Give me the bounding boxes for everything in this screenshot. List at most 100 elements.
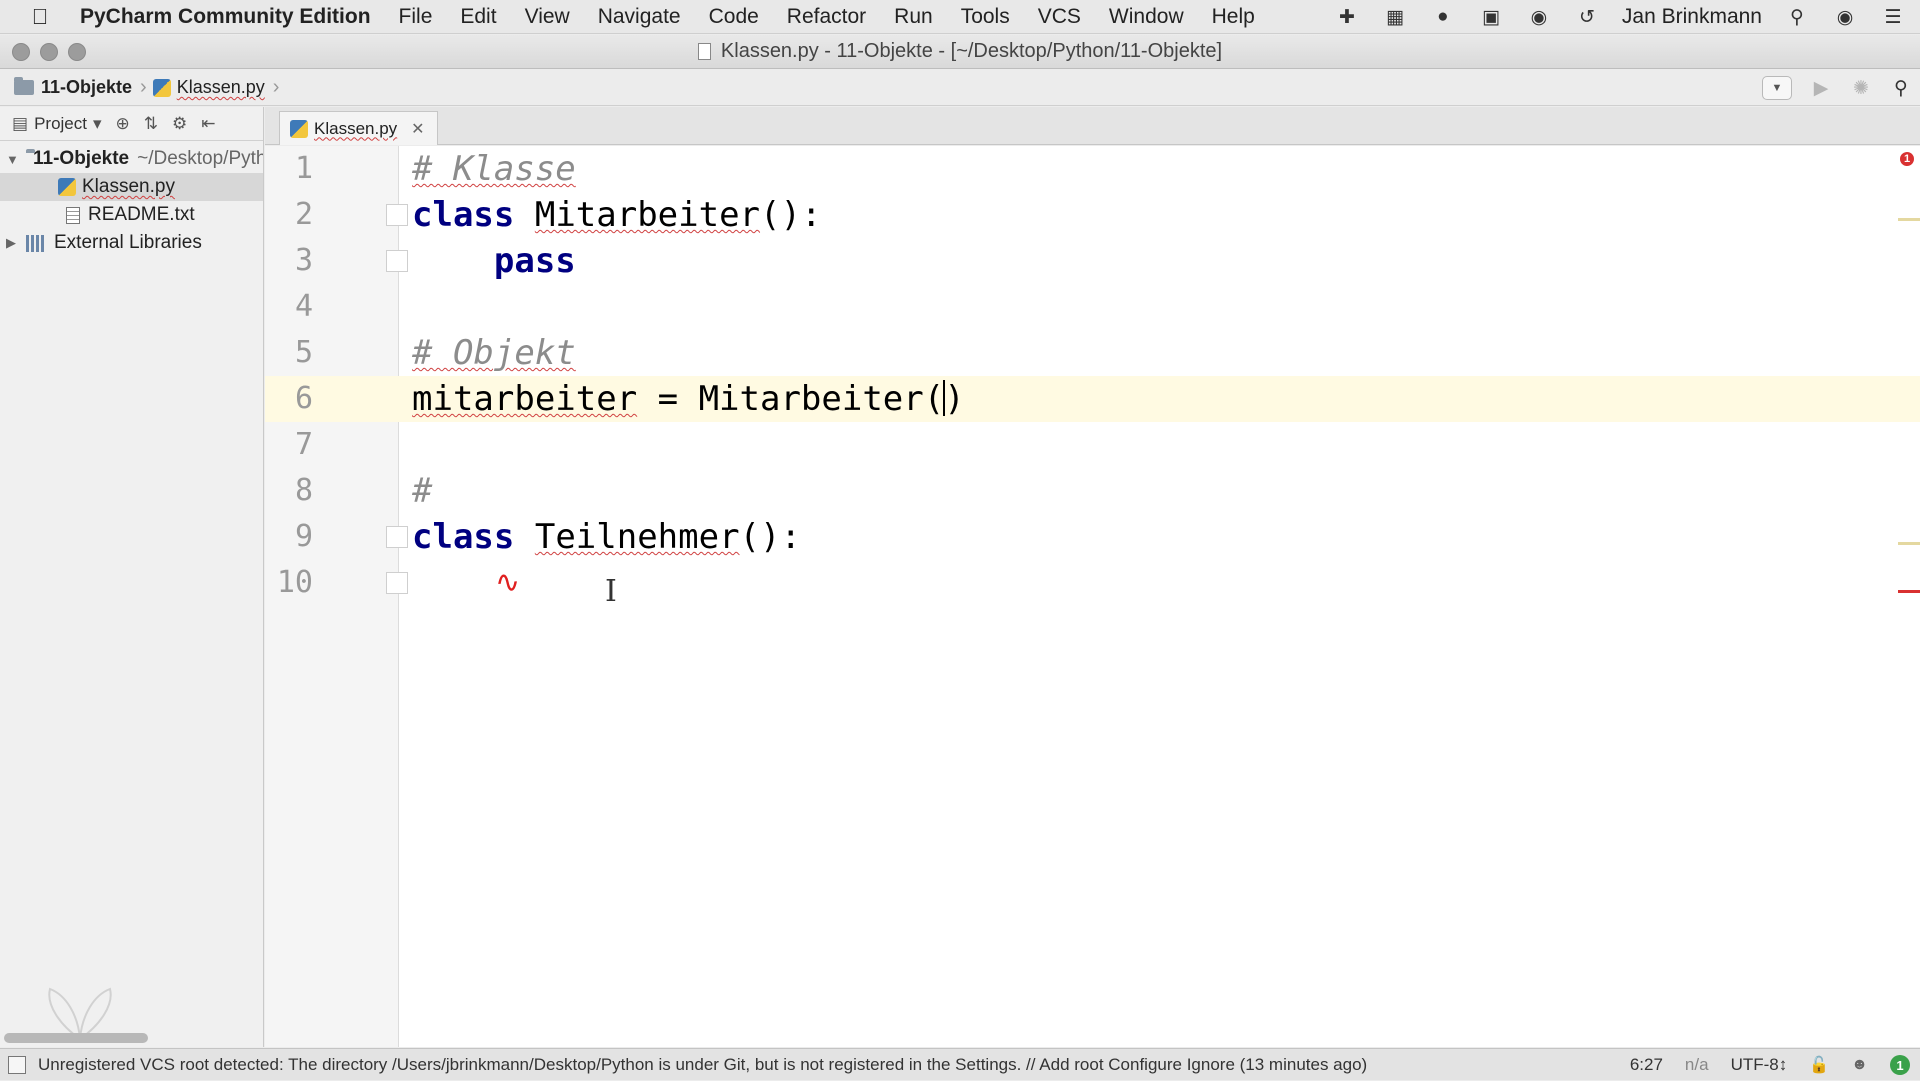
event-log-badge[interactable]: 1 [1890, 1055, 1910, 1075]
code-line[interactable]: 8 # [265, 468, 1920, 514]
run-toolbar: ▼ ▶ ✺ ⚲ [1762, 70, 1912, 106]
collapse-arrow-icon[interactable]: ▶ [6, 235, 18, 251]
status-widgets: 6:27 n/a UTF-8↕ 🔓 ☻ 1 [1630, 1049, 1910, 1081]
tree-item-path: ~/Desktop/Python/11-Objekte [137, 148, 263, 169]
expand-arrow-icon[interactable]: ▼ [6, 152, 19, 167]
python-file-icon [58, 178, 76, 196]
tree-item-label: External Libraries [54, 232, 202, 253]
plus-cross-icon[interactable]: ✚ [1334, 6, 1360, 28]
menu-refactor[interactable]: Refactor [787, 5, 866, 29]
menu-bar-extras: ✚ ▦ ● ▣ ◉ ↺ Jan Brinkmann ⚲ ◉ ☰ [1334, 0, 1906, 34]
video-camera-icon[interactable]: ▣ [1478, 6, 1504, 28]
leaf-icon[interactable]: ● [1430, 6, 1456, 28]
breadcrumb-project[interactable]: 11-Objekte [41, 77, 132, 98]
inspector-icon[interactable]: ☻ [1851, 1056, 1868, 1074]
fold-marker-icon[interactable] [386, 204, 408, 226]
line-number: 5 [294, 335, 313, 370]
code-text: # Klasse [412, 149, 576, 189]
code-line[interactable]: 2 class Mitarbeiter(): [265, 192, 1920, 238]
apple-menu-icon[interactable]:  [18, 4, 62, 30]
warning-stripe[interactable] [1898, 542, 1920, 545]
breadcrumb-file[interactable]: Klassen.py [177, 77, 265, 98]
project-window-icon: ▤ [12, 113, 29, 133]
text-file-icon [66, 206, 80, 224]
fold-end-marker-icon[interactable] [386, 572, 408, 594]
library-icon [26, 234, 46, 252]
tree-item-readme[interactable]: README.txt [0, 201, 263, 229]
tab-klassen-py[interactable]: Klassen.py ✕ [279, 111, 438, 145]
toggle-tool-windows-icon[interactable] [8, 1055, 26, 1074]
error-indicator-icon[interactable]: 1 [1900, 152, 1914, 166]
project-view-selector[interactable]: ▤ Project ▾ [12, 114, 102, 134]
caret-position[interactable]: 6:27 [1630, 1055, 1663, 1075]
tree-item-label: README.txt [88, 204, 195, 225]
scroll-from-source-icon[interactable]: ⊕ [116, 114, 130, 134]
search-everywhere-icon[interactable]: ⚲ [1890, 77, 1912, 99]
code-line[interactable]: 5 # Objekt [265, 330, 1920, 376]
menu-tools[interactable]: Tools [961, 5, 1010, 29]
tree-item-project-root[interactable]: ▼ 11-Objekte ~/Desktop/Python/11-Objekte [0, 145, 263, 173]
tree-item-label: 11-Objekte [33, 148, 130, 169]
menu-edit[interactable]: Edit [460, 5, 496, 29]
code-line-current[interactable]: 6 mitarbeiter = Mitarbeiter() [265, 376, 1920, 422]
debug-bug-icon[interactable]: ✺ [1850, 77, 1872, 99]
fold-marker-icon[interactable] [386, 526, 408, 548]
lock-icon[interactable]: 🔓 [1809, 1055, 1829, 1075]
syntax-error-squiggle-icon: ∿ [495, 565, 521, 600]
breadcrumb: 11-Objekte › Klassen.py › [14, 76, 285, 99]
run-configuration-dropdown[interactable]: ▼ [1762, 76, 1792, 100]
horizontal-scrollbar[interactable] [4, 1033, 148, 1043]
run-icon[interactable]: ▶ [1810, 77, 1832, 99]
notification-center-icon[interactable]: ☰ [1880, 6, 1906, 28]
menu-run[interactable]: Run [894, 5, 933, 29]
zoom-window-button[interactable] [68, 43, 86, 61]
folder-icon [14, 77, 34, 95]
code-line[interactable]: 3 pass [265, 238, 1920, 284]
code-text: class Teilnehmer(): [412, 517, 801, 557]
menu-bar:  PyCharm Community Edition File Edit Vi… [0, 0, 1920, 34]
menu-code[interactable]: Code [709, 5, 759, 29]
status-message[interactable]: Unregistered VCS root detected: The dire… [38, 1055, 1367, 1075]
close-tab-icon[interactable]: ✕ [411, 119, 424, 139]
code-text: mitarbeiter = Mitarbeiter() [412, 379, 965, 419]
tree-item-klassen-py[interactable]: Klassen.py [0, 173, 263, 201]
user-name-menu[interactable]: Jan Brinkmann [1622, 5, 1762, 29]
line-number: 4 [294, 289, 313, 324]
spotlight-search-icon[interactable]: ⚲ [1784, 6, 1810, 28]
menu-file[interactable]: File [399, 5, 433, 29]
tree-item-label: Klassen.py [82, 176, 175, 197]
menu-navigate[interactable]: Navigate [598, 5, 681, 29]
file-encoding[interactable]: UTF-8↕ [1731, 1055, 1788, 1075]
speech-bubble-icon[interactable]: ◉ [1526, 6, 1552, 28]
warning-stripe[interactable] [1898, 218, 1920, 221]
gear-icon[interactable]: ⚙ [172, 114, 187, 134]
project-tree: ▼ 11-Objekte ~/Desktop/Python/11-Objekte… [0, 141, 263, 257]
calendar-icon[interactable]: ▦ [1382, 6, 1408, 28]
time-machine-icon[interactable]: ↺ [1574, 6, 1600, 28]
collapse-all-icon[interactable]: ⇅ [144, 114, 158, 134]
code-line[interactable]: 10 ∿ [265, 560, 1920, 606]
code-line[interactable]: 9 class Teilnehmer(): [265, 514, 1920, 560]
app-name-menu[interactable]: PyCharm Community Edition [80, 5, 371, 29]
siri-icon[interactable]: ◉ [1832, 6, 1858, 28]
code-line[interactable]: 4 [265, 284, 1920, 330]
hide-panel-icon[interactable]: ⇤ [201, 114, 215, 134]
menu-help[interactable]: Help [1212, 5, 1255, 29]
tab-label: Klassen.py [314, 118, 398, 138]
line-separator[interactable]: n/a [1685, 1055, 1709, 1075]
window-controls [12, 43, 86, 61]
code-editor[interactable]: 1 # Klasse 2 class Mitarbeiter(): 3 pass… [265, 146, 1920, 1047]
error-stripe[interactable] [1898, 590, 1920, 593]
code-line[interactable]: 1 # Klasse [265, 146, 1920, 192]
menu-vcs[interactable]: VCS [1038, 5, 1081, 29]
menu-view[interactable]: View [525, 5, 570, 29]
code-line[interactable]: 7 [265, 422, 1920, 468]
status-bar: Unregistered VCS root detected: The dire… [0, 1048, 1920, 1080]
fold-end-marker-icon[interactable] [386, 250, 408, 272]
tree-item-external-libraries[interactable]: ▶ External Libraries [0, 229, 263, 257]
line-number: 1 [294, 151, 313, 186]
close-window-button[interactable] [12, 43, 30, 61]
menu-window[interactable]: Window [1109, 5, 1184, 29]
line-number: 7 [294, 427, 313, 462]
minimize-window-button[interactable] [40, 43, 58, 61]
